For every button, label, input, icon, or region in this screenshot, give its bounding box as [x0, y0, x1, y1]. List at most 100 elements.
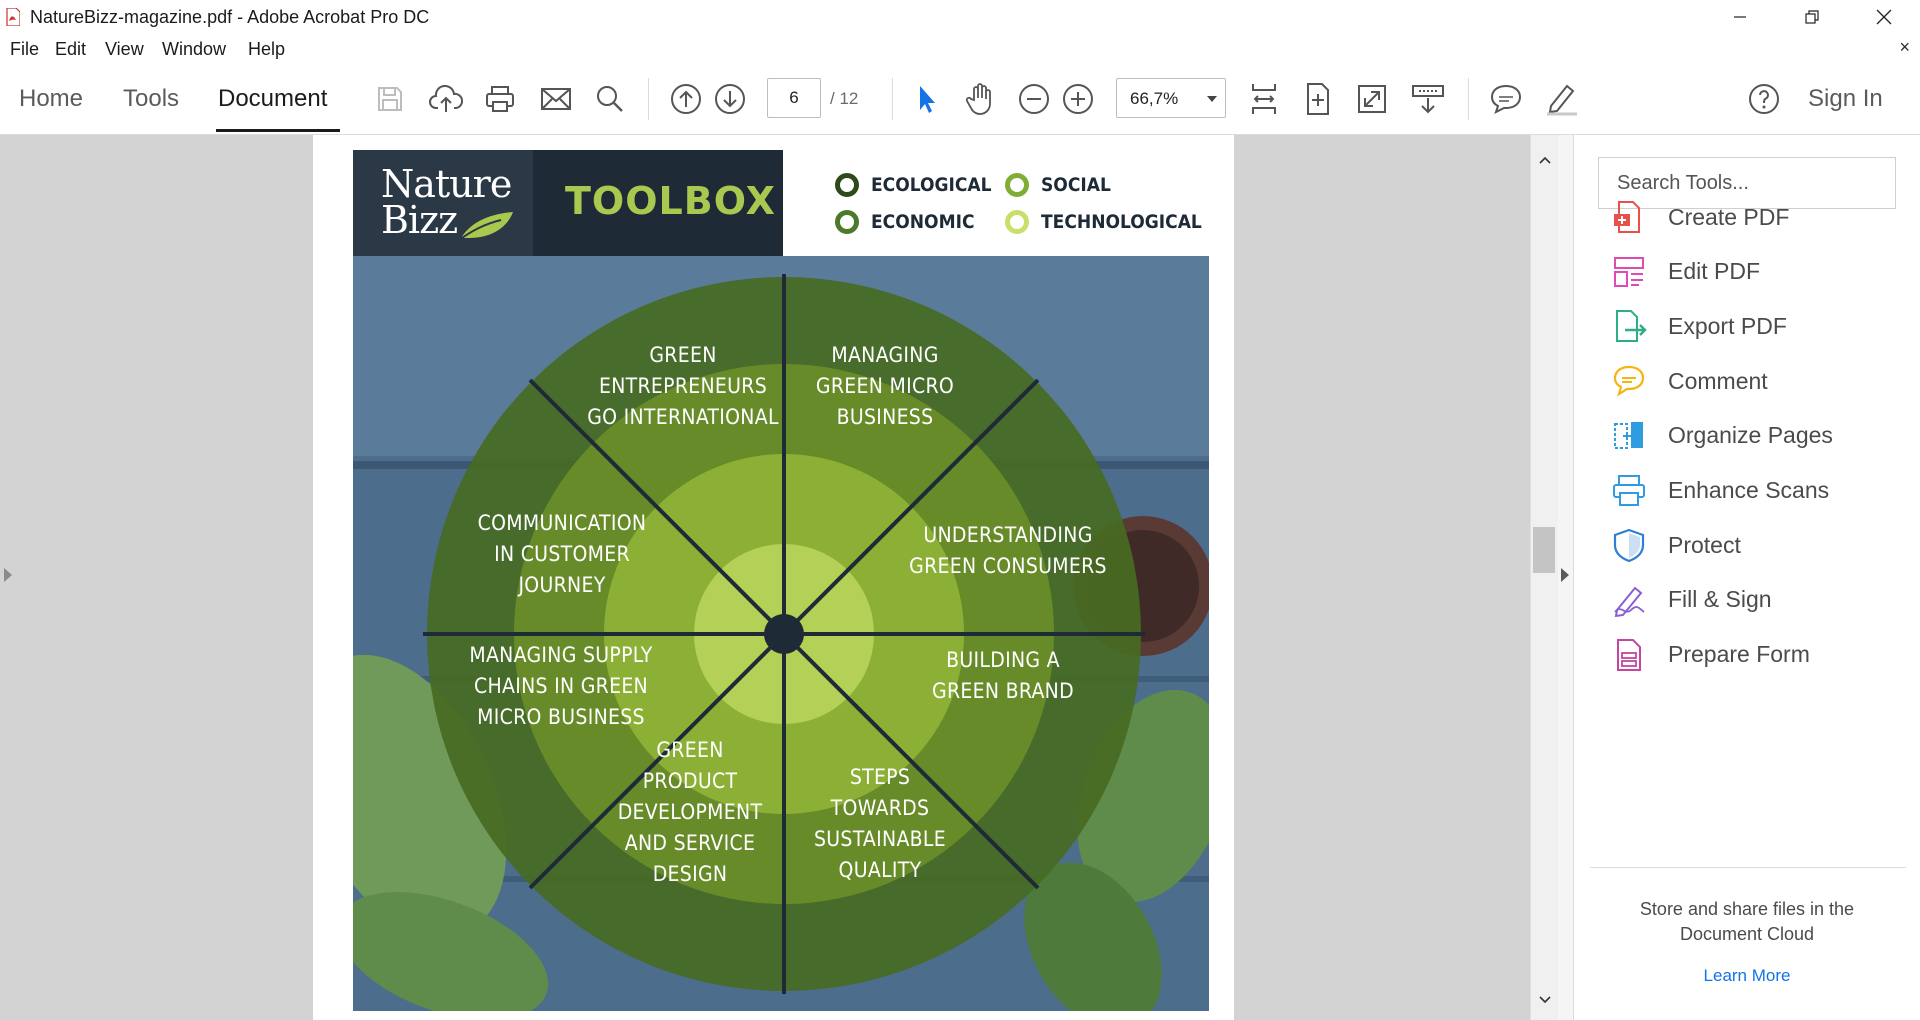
tools-pane: Create PDF Edit PDF Export PDF Comment Organ…: [1574, 135, 1920, 1020]
learn-more-link[interactable]: Learn More: [1598, 966, 1896, 986]
toolbar-divider: [1468, 78, 1469, 120]
segment-line: GREEN CONSUMERS: [909, 554, 1107, 578]
comment-icon[interactable]: [1488, 81, 1524, 117]
page-total: / 12: [830, 89, 859, 108]
help-icon[interactable]: [1746, 81, 1782, 117]
tool-label: Enhance Scans: [1668, 477, 1830, 503]
tool-fill-sign[interactable]: Fill & Sign: [1610, 578, 1910, 622]
segment-line: GREEN: [656, 737, 724, 762]
document-viewport[interactable]: Nature Bizz TOOLBOX ECOLOGICAL SOCIAL EC…: [0, 135, 1530, 1020]
save-icon[interactable]: [372, 81, 408, 117]
tab-document[interactable]: Document: [218, 85, 327, 113]
wheel-segment-label: MANAGING SUPPLY CHAINS IN GREEN MICRO BUSI…: [431, 640, 691, 733]
segment-line: CHAINS IN GREEN: [474, 673, 648, 698]
rotate-page-icon[interactable]: [1300, 81, 1336, 117]
close-document-icon[interactable]: ×: [1899, 37, 1910, 58]
organize-pages-icon: [1610, 417, 1648, 455]
tool-enhance-scans[interactable]: Enhance Scans: [1610, 469, 1910, 513]
tool-organize-pages[interactable]: Organize Pages: [1610, 414, 1910, 458]
tool-prepare-form[interactable]: Prepare Form: [1610, 633, 1910, 677]
active-tab-indicator: [216, 129, 340, 132]
pane-divider: [1590, 867, 1906, 868]
window-title: NatureBizz-magazine.pdf - Adobe Acrobat …: [30, 7, 430, 27]
tool-create-pdf[interactable]: Create PDF: [1610, 195, 1910, 239]
minimize-button[interactable]: [1710, 0, 1770, 34]
fit-page-icon[interactable]: [1246, 81, 1282, 117]
tab-home[interactable]: Home: [19, 85, 83, 113]
segment-line: MICRO BUSINESS: [477, 704, 645, 729]
page-number-input[interactable]: [767, 78, 821, 118]
zoom-in-icon[interactable]: [1060, 81, 1096, 117]
menu-edit[interactable]: Edit: [55, 39, 86, 60]
restore-icon: [1805, 10, 1819, 24]
legend-label: SOCIAL: [1041, 174, 1111, 196]
legend-label: ECONOMIC: [871, 211, 975, 233]
legend-ring-icon: [835, 173, 859, 197]
previous-page-icon[interactable]: [668, 81, 704, 117]
restore-button[interactable]: [1782, 0, 1842, 34]
segment-line: IN CUSTOMER: [494, 541, 630, 566]
segment-line: DESIGN: [652, 861, 728, 886]
wheel-segment-label: BUILDING A GREEN BRAND: [873, 645, 1133, 707]
segment-line: PRODUCT: [642, 768, 738, 793]
tool-label: Protect: [1668, 531, 1741, 558]
tools-pane-toggle[interactable]: [1558, 135, 1574, 1020]
segment-line: AND SERVICE: [624, 830, 756, 855]
tab-tools[interactable]: Tools: [123, 85, 179, 113]
tool-protect[interactable]: Protect: [1610, 523, 1910, 567]
toolbox-wheel-graphic: GREEN ENTREPRENEURS GO INTERNATIONAL MANAGI…: [353, 256, 1209, 1011]
toolbar-divider: [648, 78, 649, 120]
vertical-scrollbar[interactable]: [1530, 135, 1559, 1020]
select-cursor-icon[interactable]: [908, 81, 944, 117]
full-screen-icon[interactable]: [1354, 81, 1390, 117]
collapse-pane-icon[interactable]: [1561, 568, 1569, 582]
prepare-form-icon: [1610, 636, 1648, 674]
hand-tool-icon[interactable]: [962, 81, 998, 117]
document-cloud-promo: Store and share files in the Document Cl…: [1639, 899, 1855, 944]
menu-window[interactable]: Window: [162, 39, 226, 60]
comment-icon: [1610, 362, 1648, 400]
close-window-button[interactable]: [1854, 0, 1914, 34]
pdf-file-icon: [6, 8, 20, 26]
tool-comment[interactable]: Comment: [1610, 359, 1910, 403]
leaf-logo-icon: [458, 212, 513, 241]
highlight-pen-icon[interactable]: [1544, 81, 1580, 117]
chevron-down-icon: [1207, 96, 1217, 102]
tool-edit-pdf[interactable]: Edit PDF: [1610, 250, 1910, 294]
menu-view[interactable]: View: [105, 39, 144, 60]
tool-export-pdf[interactable]: Export PDF: [1610, 304, 1910, 348]
zoom-out-icon[interactable]: [1016, 81, 1052, 117]
tool-label: Edit PDF: [1668, 258, 1761, 285]
legend-ring-icon: [835, 210, 859, 234]
zoom-select[interactable]: 66,7%: [1116, 78, 1226, 118]
menu-file[interactable]: File: [10, 39, 39, 60]
read-mode-icon[interactable]: [1410, 81, 1446, 117]
scroll-up-icon[interactable]: [1538, 155, 1552, 165]
close-icon: [1876, 9, 1892, 25]
scroll-down-icon[interactable]: [1538, 995, 1552, 1005]
menu-help[interactable]: Help: [248, 39, 285, 60]
search-icon[interactable]: [592, 81, 628, 117]
segment-line: BUILDING A: [946, 648, 1060, 672]
segment-line: MANAGING SUPPLY: [469, 642, 653, 667]
scrollbar-thumb[interactable]: [1533, 527, 1555, 573]
expand-left-panel-icon[interactable]: [4, 568, 12, 582]
legend-social: SOCIAL: [1005, 173, 1111, 197]
segment-line: COMMUNICATION: [477, 510, 647, 535]
segment-line: GREEN BRAND: [932, 679, 1074, 703]
email-icon[interactable]: [538, 81, 574, 117]
sign-in-button[interactable]: Sign In: [1808, 85, 1883, 113]
legend-ecological: ECOLOGICAL: [835, 173, 992, 197]
legend-label: ECOLOGICAL: [871, 174, 992, 196]
tool-label: Fill & Sign: [1668, 586, 1772, 613]
wheel-segment-label: COMMUNICATION IN CUSTOMER JOURNEY: [432, 508, 692, 601]
legend-ring-icon: [1005, 173, 1029, 197]
toolbar-divider: [892, 78, 893, 120]
segment-line: MANAGING: [831, 342, 939, 367]
segment-line: BUSINESS: [836, 404, 934, 429]
upload-cloud-icon[interactable]: [428, 81, 464, 117]
next-page-icon[interactable]: [712, 81, 748, 117]
tool-label: Export PDF: [1668, 312, 1787, 339]
print-icon[interactable]: [482, 81, 518, 117]
menu-bar: File Edit View Window Help ×: [0, 34, 1920, 64]
